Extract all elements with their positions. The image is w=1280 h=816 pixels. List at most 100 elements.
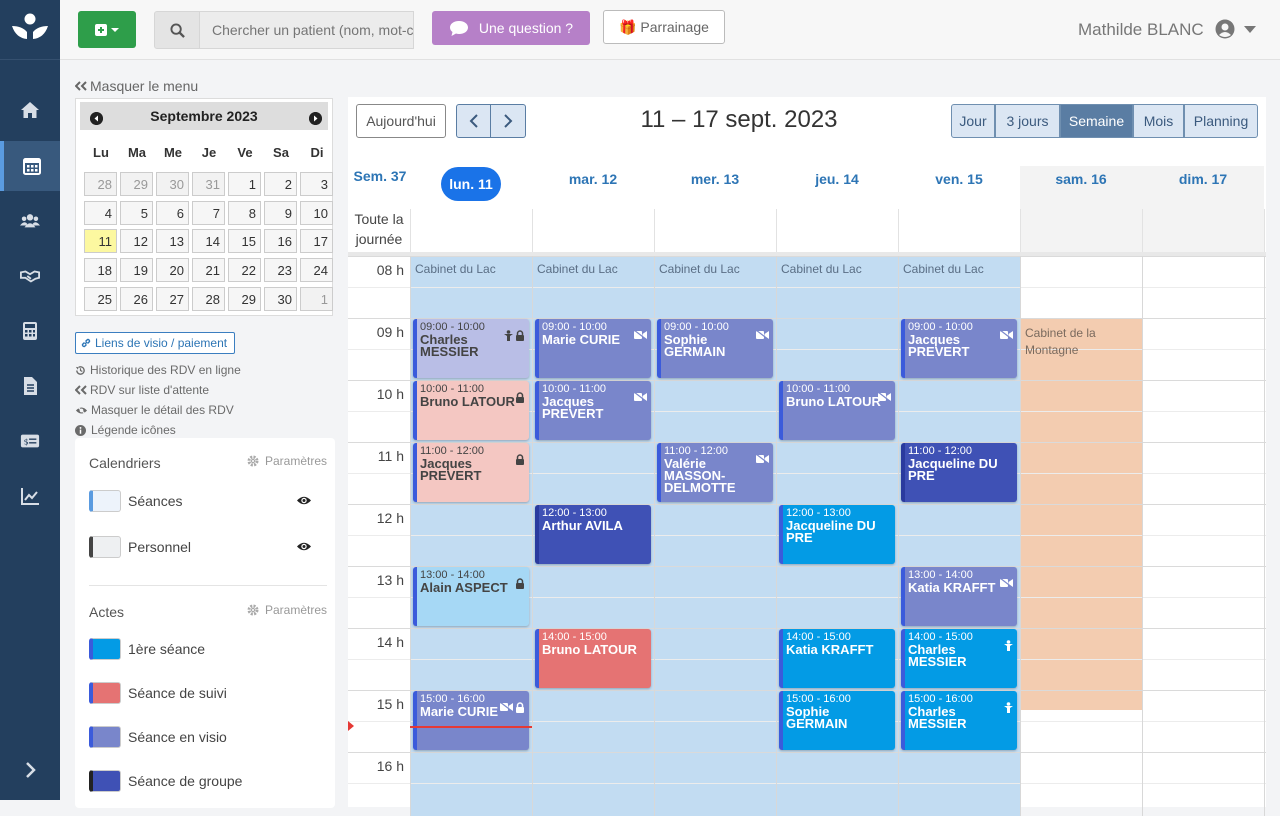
- mini-calendar-day[interactable]: 28: [84, 172, 117, 196]
- appointment-suivi[interactable]: 10:00 - 11:00 Bruno LATOUR: [413, 381, 529, 440]
- appointment-visio[interactable]: 15:00 - 16:00 Marie CURIE: [413, 691, 529, 750]
- user-name[interactable]: Mathilde BLANC: [1078, 20, 1204, 40]
- mini-calendar-day[interactable]: 29: [228, 287, 261, 311]
- next-month-icon[interactable]: [309, 112, 322, 125]
- mini-calendar-day[interactable]: 31: [192, 172, 225, 196]
- appointment-visio[interactable]: 10:00 - 11:00 Bruno LATOUR: [779, 381, 895, 440]
- appointment-visio[interactable]: 09:00 - 10:00 Charles MESSIER: [413, 319, 529, 378]
- user-menu-caret-icon[interactable]: [1244, 26, 1256, 34]
- add-button[interactable]: [78, 11, 136, 48]
- user-avatar-icon[interactable]: [1215, 19, 1235, 39]
- nav-calendar[interactable]: [0, 141, 60, 191]
- mini-calendar-day[interactable]: 2: [264, 172, 297, 196]
- nav-stats[interactable]: [0, 471, 60, 521]
- view-3-jours-button[interactable]: 3 jours: [995, 104, 1060, 138]
- appointment-groupe[interactable]: 12:00 - 13:00 Arthur AVILA: [535, 505, 651, 564]
- day-header[interactable]: mer. 13: [654, 171, 776, 187]
- mini-calendar-day[interactable]: 14: [192, 229, 225, 253]
- mini-calendar-day[interactable]: 1: [228, 172, 261, 196]
- view-semaine-button[interactable]: Semaine: [1060, 104, 1133, 138]
- appointment-visio[interactable]: 09:00 - 10:00 Jacques PREVERT: [901, 319, 1017, 378]
- appointment-premiere[interactable]: 14:00 - 15:00 Katia KRAFFT: [779, 629, 895, 688]
- appointment-premiere[interactable]: 13:00 - 14:00 Alain ASPECT: [413, 567, 529, 626]
- appointment-visio[interactable]: 10:00 - 11:00 Jacques PREVERT: [535, 381, 651, 440]
- waitlist-link[interactable]: RDV sur liste d'attente: [75, 383, 209, 397]
- view-mois-button[interactable]: Mois: [1133, 104, 1184, 138]
- day-header[interactable]: sam. 16: [1020, 171, 1142, 187]
- nav-home[interactable]: [0, 85, 60, 135]
- mini-calendar-day[interactable]: 30: [156, 172, 189, 196]
- mini-calendar-day[interactable]: 4: [84, 201, 117, 225]
- mini-calendar-day[interactable]: 8: [228, 201, 261, 225]
- mini-calendar-day[interactable]: 28: [192, 287, 225, 311]
- patient-search-input[interactable]: [200, 11, 414, 49]
- column-divider: [1020, 209, 1021, 252]
- mini-calendar-day[interactable]: 16: [264, 229, 297, 253]
- mini-calendar-day[interactable]: 10: [300, 201, 333, 225]
- mini-calendar-day[interactable]: 22: [228, 258, 261, 282]
- view-jour-button[interactable]: Jour: [951, 104, 995, 138]
- mini-calendar-day[interactable]: 12: [120, 229, 153, 253]
- nav-accounting[interactable]: [0, 306, 60, 356]
- history-link[interactable]: Historique des RDV en ligne: [75, 363, 241, 377]
- day-header[interactable]: jeu. 14: [776, 171, 898, 187]
- question-button[interactable]: Une question ?: [432, 11, 590, 45]
- appointment-visio[interactable]: 09:00 - 10:00 Sophie GERMAIN: [657, 319, 773, 378]
- appointment-patient: Arthur AVILA: [542, 518, 623, 533]
- referral-button[interactable]: 🎁 Parrainage: [603, 10, 725, 44]
- mini-calendar-day[interactable]: 5: [120, 201, 153, 225]
- day-header[interactable]: mar. 12: [532, 171, 654, 187]
- visio-links-button[interactable]: Liens de visio / paiement: [75, 332, 235, 354]
- nav-patients[interactable]: [0, 196, 60, 246]
- appointment-suivi[interactable]: 14:00 - 15:00 Bruno LATOUR: [535, 629, 651, 688]
- legend-link[interactable]: Légende icônes: [75, 423, 176, 437]
- appointment-groupe[interactable]: 11:00 - 12:00 Jacqueline DU PRE: [901, 443, 1017, 502]
- appointment-premiere[interactable]: 12:00 - 13:00 Jacqueline DU PRE: [779, 505, 895, 564]
- mini-calendar-day[interactable]: 15: [228, 229, 261, 253]
- lock-icon: [516, 578, 524, 589]
- eye-icon[interactable]: [296, 495, 312, 506]
- appointment-suivi[interactable]: 11:00 - 12:00 Jacques PREVERT: [413, 443, 529, 502]
- app-logo[interactable]: [0, 0, 60, 60]
- mini-calendar-day[interactable]: 3: [300, 172, 333, 196]
- hide-menu-link[interactable]: Masquer le menu: [75, 78, 198, 94]
- appointment-premiere[interactable]: 15:00 - 16:00 Sophie GERMAIN: [779, 691, 895, 750]
- prev-month-icon[interactable]: [90, 112, 103, 125]
- mini-calendar-day[interactable]: 24: [300, 258, 333, 282]
- appointment-visio[interactable]: 09:00 - 10:00 Marie CURIE: [535, 319, 651, 378]
- mini-calendar-day[interactable]: 19: [120, 258, 153, 282]
- mini-calendar-day[interactable]: 7: [192, 201, 225, 225]
- mini-calendar-day[interactable]: 27: [156, 287, 189, 311]
- nav-billing[interactable]: $: [0, 416, 60, 466]
- nav-documents[interactable]: [0, 361, 60, 411]
- search-button[interactable]: [154, 11, 200, 49]
- mini-calendar-day[interactable]: 29: [120, 172, 153, 196]
- acts-settings[interactable]: Paramètres: [247, 603, 327, 617]
- mini-calendar-day[interactable]: 25: [84, 287, 117, 311]
- mini-calendar-day[interactable]: 6: [156, 201, 189, 225]
- mini-calendar-day[interactable]: 26: [120, 287, 153, 311]
- mini-calendar-day[interactable]: 30: [264, 287, 297, 311]
- mini-calendar-day[interactable]: 21: [192, 258, 225, 282]
- appointment-premiere[interactable]: 15:00 - 16:00 Charles MESSIER: [901, 691, 1017, 750]
- hide-detail-link[interactable]: Masquer le détail des RDV: [75, 403, 234, 417]
- mini-calendar-day[interactable]: 9: [264, 201, 297, 225]
- mini-calendar-day[interactable]: 17: [300, 229, 333, 253]
- appointment-premiere[interactable]: 14:00 - 15:00 Charles MESSIER: [901, 629, 1017, 688]
- mini-calendar-day[interactable]: 18: [84, 258, 117, 282]
- appointment-visio[interactable]: 11:00 - 12:00 Valérie MASSON-DELMOTTE: [657, 443, 773, 502]
- day-header-today[interactable]: lun. 11: [441, 167, 501, 201]
- day-header[interactable]: ven. 15: [898, 171, 1020, 187]
- mini-calendar-day[interactable]: 23: [264, 258, 297, 282]
- mini-calendar-day[interactable]: 20: [156, 258, 189, 282]
- mini-calendar-day[interactable]: 1: [300, 287, 333, 311]
- appointment-visio[interactable]: 13:00 - 14:00 Katia KRAFFT: [901, 567, 1017, 626]
- nav-handshake[interactable]: [0, 251, 60, 301]
- view-planning-button[interactable]: Planning: [1184, 104, 1258, 138]
- mini-calendar-day[interactable]: 13: [156, 229, 189, 253]
- day-header[interactable]: dim. 17: [1142, 171, 1264, 187]
- eye-icon[interactable]: [296, 541, 312, 552]
- mini-calendar-day[interactable]: 11: [84, 229, 117, 253]
- expand-sidebar-button[interactable]: [0, 745, 60, 795]
- calendars-settings[interactable]: Paramètres: [247, 454, 327, 468]
